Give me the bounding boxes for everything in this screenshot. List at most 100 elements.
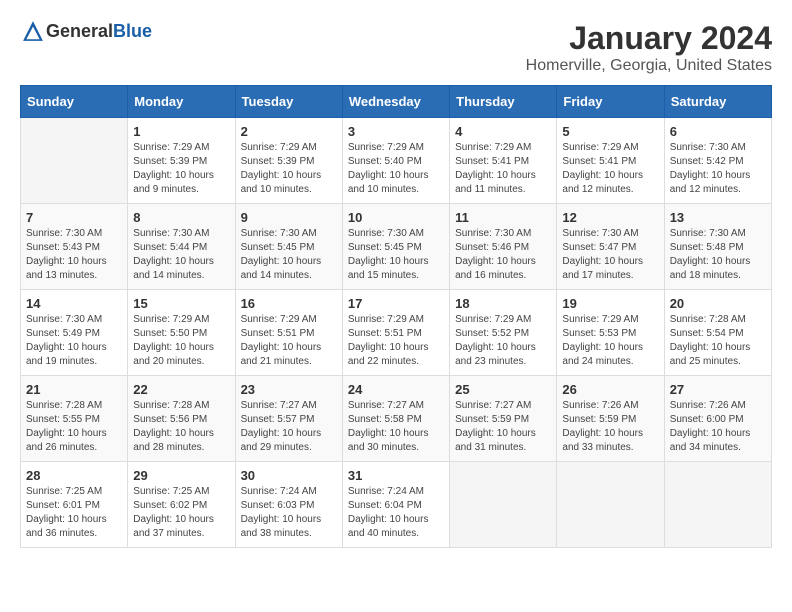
calendar-subtitle: Homerville, Georgia, United States	[526, 57, 772, 75]
day-number: 29	[133, 468, 229, 483]
day-info: Sunrise: 7:29 AMSunset: 5:53 PMDaylight:…	[562, 313, 658, 369]
calendar-week-2: 7 Sunrise: 7:30 AMSunset: 5:43 PMDaylight…	[21, 204, 772, 290]
column-header-tuesday: Tuesday	[235, 86, 342, 118]
calendar-cell: 2Sunrise: 7:29 AMSunset: 5:39 PMDaylight…	[235, 118, 342, 204]
day-number: 30	[241, 468, 337, 483]
day-number: 14	[26, 296, 122, 311]
day-info: Sunrise: 7:30 AMSunset: 5:47 PMDaylight:…	[562, 227, 658, 283]
day-info: Sunrise: 7:29 AMSunset: 5:51 PMDaylight:…	[348, 313, 444, 369]
calendar-cell: 18 Sunrise: 7:29 AMSunset: 5:52 PMDayligh…	[450, 290, 557, 376]
calendar-cell: 15 Sunrise: 7:29 AMSunset: 5:50 PMDayligh…	[128, 290, 235, 376]
day-number: 15	[133, 296, 229, 311]
day-info: Sunrise: 7:29 AMSunset: 5:51 PMDaylight:…	[241, 313, 337, 369]
calendar-cell: 27 Sunrise: 7:26 AMSunset: 6:00 PMDayligh…	[664, 376, 771, 462]
day-number: 19	[562, 296, 658, 311]
day-number: 17	[348, 296, 444, 311]
calendar-week-1: 1Sunrise: 7:29 AMSunset: 5:39 PMDaylight…	[21, 118, 772, 204]
calendar-week-4: 21 Sunrise: 7:28 AMSunset: 5:55 PMDayligh…	[21, 376, 772, 462]
day-info: Sunrise: 7:29 AMSunset: 5:40 PMDaylight:…	[348, 141, 444, 197]
calendar-cell: 6 Sunrise: 7:30 AMSunset: 5:42 PMDaylight…	[664, 118, 771, 204]
column-header-wednesday: Wednesday	[342, 86, 449, 118]
day-number: 18	[455, 296, 551, 311]
calendar-cell: 14 Sunrise: 7:30 AMSunset: 5:49 PMDayligh…	[21, 290, 128, 376]
day-info: Sunrise: 7:29 AMSunset: 5:39 PMDaylight:…	[241, 141, 337, 197]
day-number: 6	[670, 124, 766, 139]
logo-icon	[22, 20, 44, 42]
day-info: Sunrise: 7:26 AMSunset: 5:59 PMDaylight:…	[562, 399, 658, 455]
calendar-week-5: 28Sunrise: 7:25 AMSunset: 6:01 PMDayligh…	[21, 462, 772, 548]
column-header-monday: Monday	[128, 86, 235, 118]
calendar-cell: 10 Sunrise: 7:30 AMSunset: 5:45 PMDayligh…	[342, 204, 449, 290]
day-info: Sunrise: 7:29 AMSunset: 5:41 PMDaylight:…	[455, 141, 551, 197]
day-number: 4	[455, 124, 551, 139]
day-info: Sunrise: 7:30 AMSunset: 5:49 PMDaylight:…	[26, 313, 122, 369]
calendar-cell: 17 Sunrise: 7:29 AMSunset: 5:51 PMDayligh…	[342, 290, 449, 376]
calendar-cell: 8 Sunrise: 7:30 AMSunset: 5:44 PMDaylight…	[128, 204, 235, 290]
day-number: 31	[348, 468, 444, 483]
calendar-title: January 2024	[526, 20, 772, 57]
day-number: 25	[455, 382, 551, 397]
day-info: Sunrise: 7:30 AMSunset: 5:42 PMDaylight:…	[670, 141, 766, 197]
day-number: 13	[670, 210, 766, 225]
day-number: 16	[241, 296, 337, 311]
calendar-body: 1Sunrise: 7:29 AMSunset: 5:39 PMDaylight…	[21, 118, 772, 548]
logo-blue-text: Blue	[113, 21, 152, 41]
calendar-cell: 31 Sunrise: 7:24 AMSunset: 6:04 PMDayligh…	[342, 462, 449, 548]
day-info: Sunrise: 7:28 AMSunset: 5:55 PMDaylight:…	[26, 399, 122, 455]
day-number: 7	[26, 210, 122, 225]
day-info: Sunrise: 7:30 AMSunset: 5:44 PMDaylight:…	[133, 227, 229, 283]
day-number: 8	[133, 210, 229, 225]
day-info: Sunrise: 7:26 AMSunset: 6:00 PMDaylight:…	[670, 399, 766, 455]
calendar-cell: 1Sunrise: 7:29 AMSunset: 5:39 PMDaylight…	[128, 118, 235, 204]
day-info: Sunrise: 7:27 AMSunset: 5:59 PMDaylight:…	[455, 399, 551, 455]
calendar-cell: 7 Sunrise: 7:30 AMSunset: 5:43 PMDaylight…	[21, 204, 128, 290]
calendar-week-3: 14 Sunrise: 7:30 AMSunset: 5:49 PMDayligh…	[21, 290, 772, 376]
calendar-cell: 23 Sunrise: 7:27 AMSunset: 5:57 PMDayligh…	[235, 376, 342, 462]
day-info: Sunrise: 7:24 AMSunset: 6:04 PMDaylight:…	[348, 485, 444, 541]
day-number: 27	[670, 382, 766, 397]
calendar-cell: 28Sunrise: 7:25 AMSunset: 6:01 PMDayligh…	[21, 462, 128, 548]
calendar-cell: 19 Sunrise: 7:29 AMSunset: 5:53 PMDayligh…	[557, 290, 664, 376]
day-info: Sunrise: 7:29 AMSunset: 5:50 PMDaylight:…	[133, 313, 229, 369]
column-header-sunday: Sunday	[21, 86, 128, 118]
calendar-cell: 30 Sunrise: 7:24 AMSunset: 6:03 PMDayligh…	[235, 462, 342, 548]
day-info: Sunrise: 7:25 AMSunset: 6:01 PMDaylight:…	[26, 485, 122, 541]
day-info: Sunrise: 7:30 AMSunset: 5:48 PMDaylight:…	[670, 227, 766, 283]
day-info: Sunrise: 7:29 AMSunset: 5:41 PMDaylight:…	[562, 141, 658, 197]
day-info: Sunrise: 7:30 AMSunset: 5:45 PMDaylight:…	[348, 227, 444, 283]
day-number: 24	[348, 382, 444, 397]
day-info: Sunrise: 7:24 AMSunset: 6:03 PMDaylight:…	[241, 485, 337, 541]
day-info: Sunrise: 7:29 AMSunset: 5:52 PMDaylight:…	[455, 313, 551, 369]
day-info: Sunrise: 7:27 AMSunset: 5:58 PMDaylight:…	[348, 399, 444, 455]
calendar-cell: 13 Sunrise: 7:30 AMSunset: 5:48 PMDayligh…	[664, 204, 771, 290]
header: GeneralBlue January 2024 Homerville, Geo…	[20, 20, 772, 75]
calendar-header-row: SundayMondayTuesdayWednesdayThursdayFrid…	[21, 86, 772, 118]
day-number: 5	[562, 124, 658, 139]
calendar-cell: 26 Sunrise: 7:26 AMSunset: 5:59 PMDayligh…	[557, 376, 664, 462]
day-number: 11	[455, 210, 551, 225]
day-info: Sunrise: 7:28 AMSunset: 5:56 PMDaylight:…	[133, 399, 229, 455]
day-number: 23	[241, 382, 337, 397]
day-number: 3	[348, 124, 444, 139]
calendar-cell	[664, 462, 771, 548]
calendar-table: SundayMondayTuesdayWednesdayThursdayFrid…	[20, 85, 772, 548]
day-number: 21	[26, 382, 122, 397]
day-number: 10	[348, 210, 444, 225]
calendar-cell: 20Sunrise: 7:28 AMSunset: 5:54 PMDayligh…	[664, 290, 771, 376]
day-number: 9	[241, 210, 337, 225]
calendar-cell	[21, 118, 128, 204]
calendar-cell: 25 Sunrise: 7:27 AMSunset: 5:59 PMDayligh…	[450, 376, 557, 462]
day-number: 12	[562, 210, 658, 225]
calendar-cell: 11 Sunrise: 7:30 AMSunset: 5:46 PMDayligh…	[450, 204, 557, 290]
day-info: Sunrise: 7:28 AMSunset: 5:54 PMDaylight:…	[670, 313, 766, 369]
calendar-cell: 24 Sunrise: 7:27 AMSunset: 5:58 PMDayligh…	[342, 376, 449, 462]
day-info: Sunrise: 7:27 AMSunset: 5:57 PMDaylight:…	[241, 399, 337, 455]
calendar-cell: 21 Sunrise: 7:28 AMSunset: 5:55 PMDayligh…	[21, 376, 128, 462]
calendar-cell: 5 Sunrise: 7:29 AMSunset: 5:41 PMDaylight…	[557, 118, 664, 204]
day-info: Sunrise: 7:30 AMSunset: 5:43 PMDaylight:…	[26, 227, 122, 283]
day-info: Sunrise: 7:30 AMSunset: 5:46 PMDaylight:…	[455, 227, 551, 283]
day-info: Sunrise: 7:29 AMSunset: 5:39 PMDaylight:…	[133, 141, 229, 197]
day-number: 26	[562, 382, 658, 397]
column-header-friday: Friday	[557, 86, 664, 118]
calendar-cell: 9Sunrise: 7:30 AMSunset: 5:45 PMDaylight…	[235, 204, 342, 290]
